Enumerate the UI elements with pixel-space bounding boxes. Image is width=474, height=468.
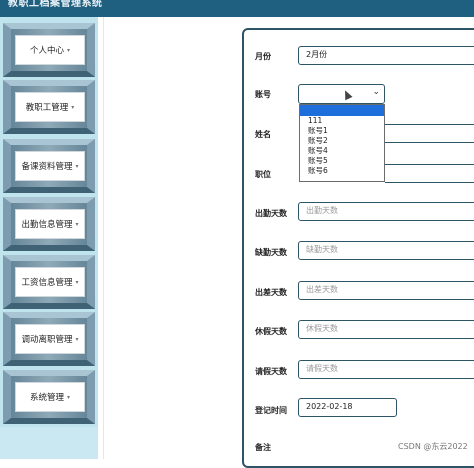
- sidebar-item-staff-management[interactable]: 教职工管理 ▾: [3, 80, 95, 134]
- attendance-days-input[interactable]: 出勤天数: [298, 202, 474, 221]
- sidebar-item-label: 教职工管理: [25, 103, 69, 113]
- sidebar-item-label: 系统管理: [29, 393, 64, 403]
- app-title: 教职工档案管理系统: [8, 0, 103, 9]
- dropdown-option[interactable]: 111: [300, 116, 384, 126]
- leave-days-label: 休假天数: [255, 327, 287, 336]
- chevron-down-icon: ▾: [75, 278, 79, 286]
- sidebar-item-transfer[interactable]: 调动离职管理 ▾: [3, 312, 95, 366]
- sidebar-footer: [0, 427, 98, 459]
- account-dropdown[interactable]: 111 账号1 账号2 账号4 账号5 账号6: [299, 104, 385, 182]
- dropdown-option[interactable]: 账号1: [300, 126, 384, 136]
- trip-days-label: 出差天数: [255, 288, 287, 297]
- chevron-down-icon: ▾: [75, 220, 79, 228]
- record-time-label: 登记时间: [255, 406, 287, 415]
- name-label: 姓名: [255, 130, 271, 139]
- chevron-down-icon: ▾: [67, 46, 71, 54]
- sidebar-item-system[interactable]: 系统管理 ▾: [3, 370, 95, 424]
- watermark: CSDN @东云2022: [398, 442, 468, 451]
- month-field[interactable]: 2月份: [298, 46, 474, 65]
- top-header: 教职工档案管理系统: [0, 0, 474, 17]
- chevron-down-icon: ▾: [75, 162, 79, 170]
- chevron-down-icon: ▾: [75, 335, 79, 343]
- attendance-days-label: 出勤天数: [255, 209, 287, 218]
- dropdown-option[interactable]: [300, 105, 384, 116]
- absence-days-label: 缺勤天数: [255, 248, 287, 257]
- sidebar-item-label: 调动离职管理: [21, 335, 73, 345]
- sidebar-item-attendance[interactable]: 出勤信息管理 ▾: [3, 197, 95, 251]
- sidebar-item-label: 个人中心: [29, 46, 64, 56]
- chevron-down-icon: ▾: [71, 103, 75, 111]
- sidebar-item-label: 出勤信息管理: [21, 220, 73, 230]
- trip-days-input[interactable]: 出差天数: [298, 281, 474, 300]
- name-field[interactable]: [385, 124, 474, 143]
- sidebar-item-lesson-materials[interactable]: 备课资料管理 ▾: [3, 139, 95, 193]
- sidebar-item-label: 备课资料管理: [21, 162, 73, 172]
- record-time-input[interactable]: 2022-02-18: [298, 398, 397, 417]
- sidebar-item-personal-center[interactable]: 个人中心 ▾: [3, 23, 95, 77]
- month-label: 月份: [255, 52, 271, 61]
- chevron-down-icon: ▾: [67, 393, 71, 401]
- dropdown-option[interactable]: 账号6: [300, 166, 384, 176]
- position-field[interactable]: [385, 164, 474, 183]
- position-label: 职位: [255, 170, 271, 179]
- dropdown-option[interactable]: 账号4: [300, 146, 384, 156]
- sick-days-label: 请假天数: [255, 367, 287, 376]
- remark-label: 备注: [255, 443, 271, 452]
- sidebar-item-label: 工资信息管理: [21, 278, 73, 288]
- sidebar-item-salary[interactable]: 工资信息管理 ▾: [3, 255, 95, 309]
- sick-days-input[interactable]: 请假天数: [298, 360, 474, 379]
- absence-days-input[interactable]: 缺勤天数: [298, 241, 474, 260]
- chevron-down-icon: ⌄: [372, 87, 380, 97]
- account-label: 账号: [255, 90, 271, 99]
- content-divider: [103, 17, 104, 459]
- dropdown-option[interactable]: 账号2: [300, 136, 384, 146]
- dropdown-option[interactable]: 账号5: [300, 156, 384, 166]
- leave-days-input[interactable]: 休假天数: [298, 320, 474, 339]
